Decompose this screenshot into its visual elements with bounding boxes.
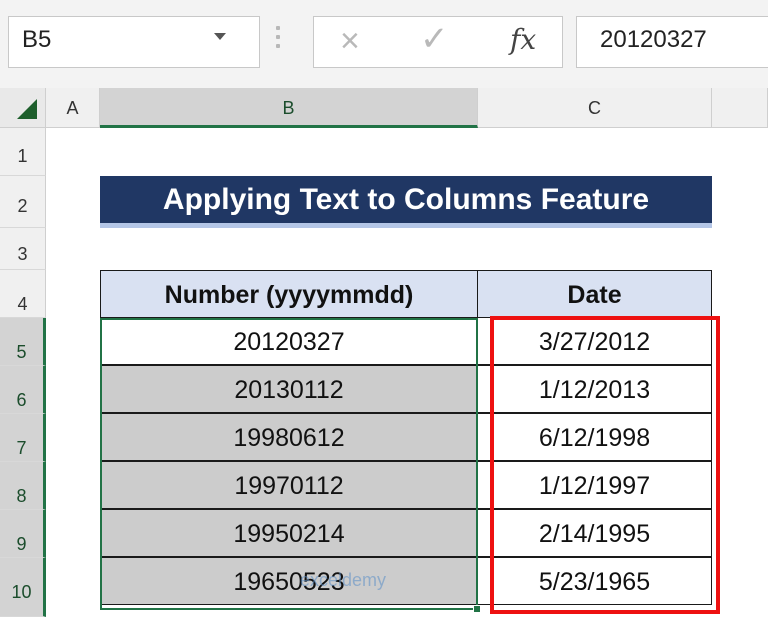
row-header-8[interactable]: 8 (0, 462, 46, 510)
select-all-icon[interactable] (17, 99, 37, 119)
sheet-title[interactable]: Applying Text to Columns Feature (100, 176, 712, 223)
table-header-number[interactable]: Number (yyyymmdd) (100, 270, 478, 318)
row-header-4[interactable]: 4 (0, 270, 46, 318)
row-header-3[interactable]: 3 (0, 228, 46, 270)
cancel-icon[interactable]: × (340, 24, 360, 58)
row-header-2[interactable]: 2 (0, 176, 46, 228)
row-header-10[interactable]: 10 (0, 558, 46, 617)
chevron-down-icon[interactable] (214, 33, 226, 40)
column-header-b[interactable]: B (100, 88, 478, 128)
watermark-logo: exceldemy (300, 570, 387, 590)
row-header-5[interactable]: 5 (0, 318, 46, 366)
column-header-c[interactable]: C (478, 88, 712, 128)
row-header-1[interactable]: 1 (0, 128, 46, 176)
title-underline (100, 223, 712, 228)
grip-icon[interactable] (276, 26, 282, 56)
row-header-6[interactable]: 6 (0, 366, 46, 414)
row-header-9[interactable]: 9 (0, 510, 46, 558)
column-header-a[interactable]: A (46, 88, 100, 128)
selection-range (100, 318, 478, 610)
row-header-7[interactable]: 7 (0, 414, 46, 462)
formula-value: 20120327 (600, 26, 707, 53)
name-box-value: B5 (22, 26, 52, 53)
highlight-box (490, 316, 720, 614)
insert-function-icon[interactable]: fx (510, 23, 536, 56)
table-header-date[interactable]: Date (477, 270, 712, 318)
enter-icon[interactable]: ✓ (420, 22, 449, 56)
fill-handle[interactable] (473, 605, 481, 613)
column-header-d[interactable] (712, 88, 768, 128)
